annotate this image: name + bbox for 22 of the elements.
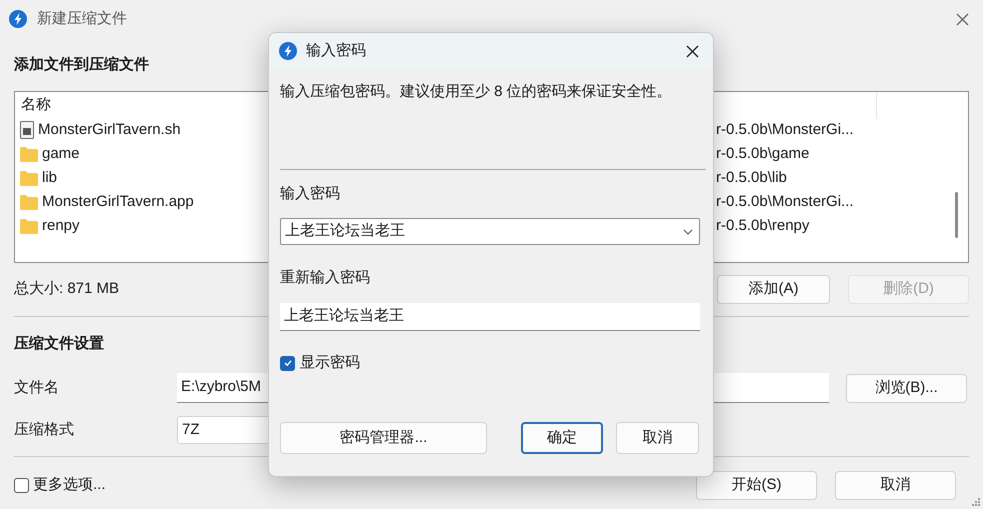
file-path: r-0.5.0b\MonsterGi... [716,120,854,140]
window-title: 新建压缩文件 [37,8,128,29]
dialog-message: 输入压缩包密码。建议使用至少 8 位的密码来保证安全性。 [280,83,672,101]
file-name: MonsterGirlTavern.sh [38,120,181,140]
file-name: lib [42,168,58,188]
file-path: r-0.5.0b\renpy [716,216,810,236]
field-label: 文件名 [14,378,60,398]
file-path: r-0.5.0b\MonsterGi... [716,192,854,212]
checkbox-label: 显示密码 [300,352,360,373]
file-name: game [42,144,80,164]
checkbox-label: 更多选项... [33,474,106,495]
section-heading: 添加文件到压缩文件 [14,56,149,74]
field-label: 压缩格式 [14,420,75,440]
section-heading: 压缩文件设置 [14,335,104,353]
file-path: r-0.5.0b\game [716,144,810,164]
field-label: 重新输入密码 [280,269,370,287]
field-label: 输入密码 [280,185,340,203]
file-path: r-0.5.0b\lib [716,168,787,188]
dialog-title: 输入密码 [306,40,367,61]
total-size: 总大小: 871 MB [14,279,120,300]
file-name: renpy [42,216,80,236]
file-name: MonsterGirlTavern.app [42,192,194,212]
